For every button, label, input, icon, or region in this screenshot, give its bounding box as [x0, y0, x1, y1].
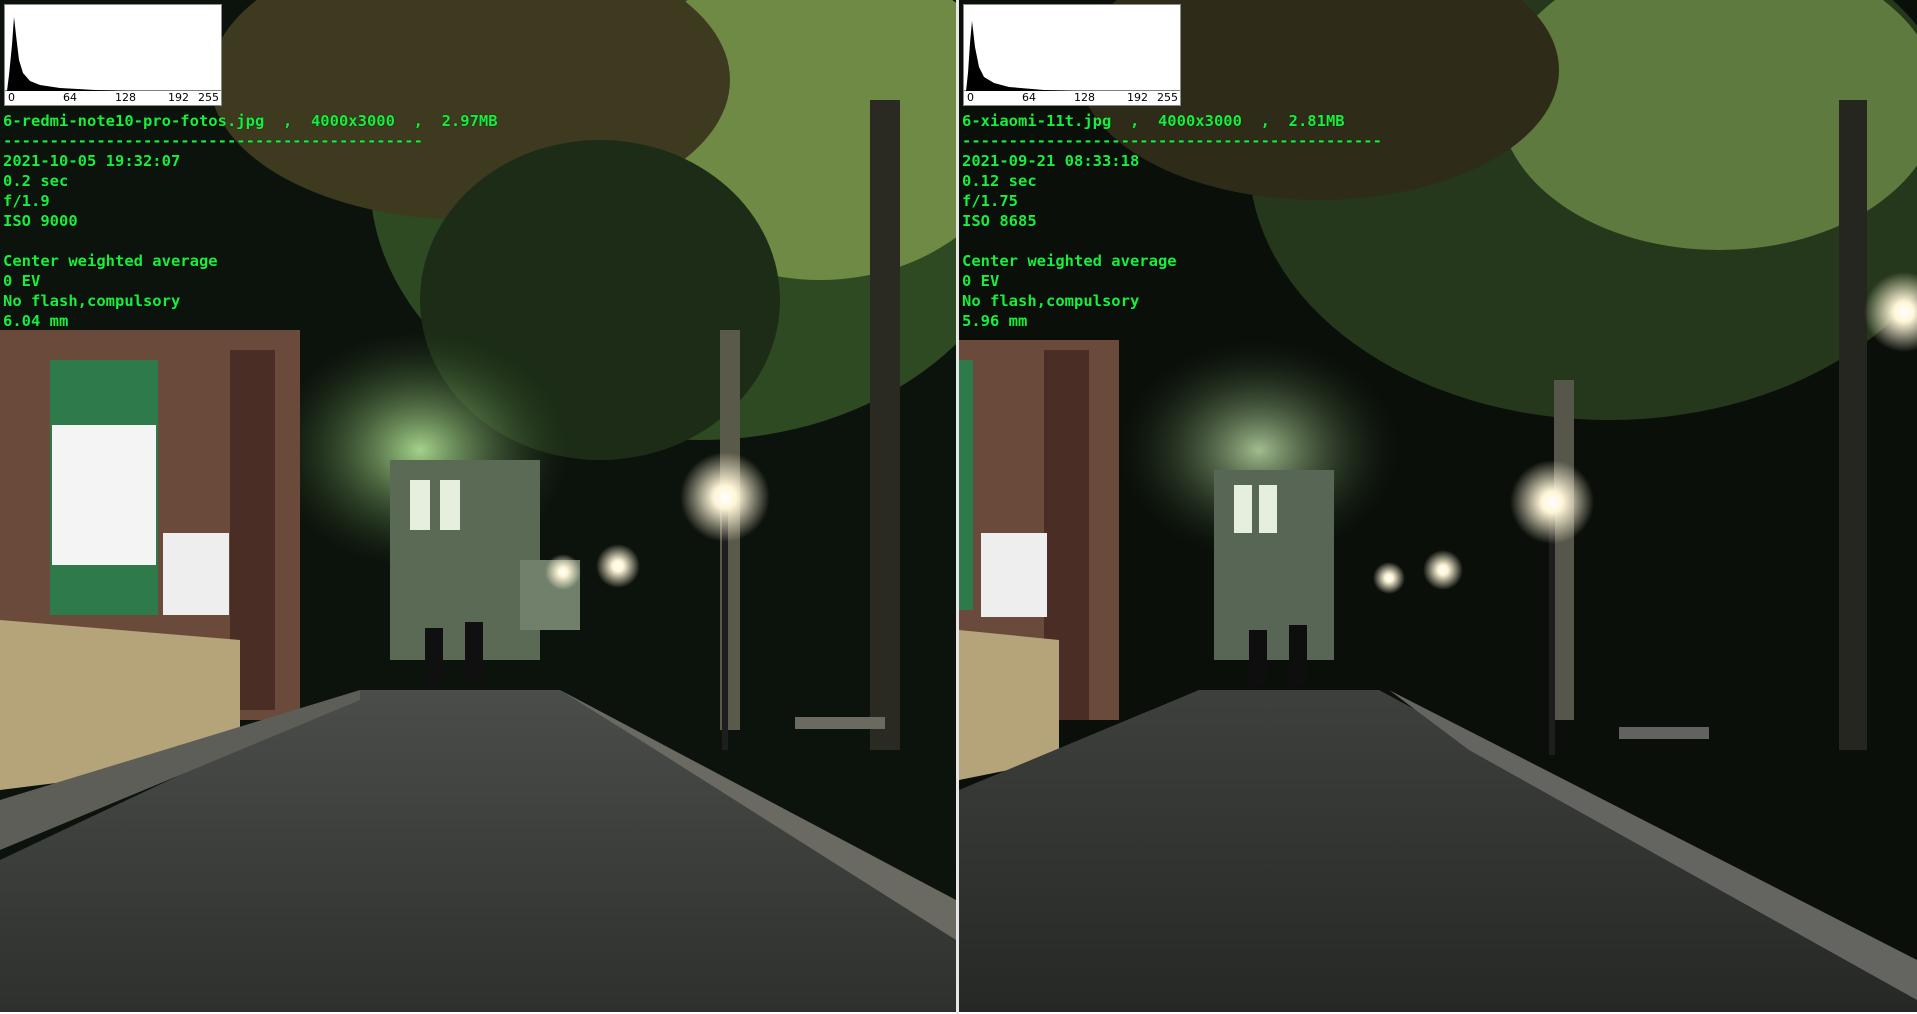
hist-tick: 128	[1074, 91, 1095, 104]
hist-tick: 0	[8, 91, 15, 104]
exposure-time: 0.12 sec	[962, 172, 1037, 190]
separator-line: ----------------------------------------…	[3, 132, 423, 150]
hist-tick: 0	[967, 91, 974, 104]
photo-panel-right: 0 64 128 192 255 6-xiaomi-11t.jpg , 4000…	[959, 0, 1917, 1012]
exposure-time: 0.2 sec	[3, 172, 69, 190]
hist-tick: 192	[1127, 91, 1148, 104]
histogram-graph-left	[5, 17, 221, 91]
metering-mode: Center weighted average	[962, 252, 1177, 270]
histogram-right: 0 64 128 192 255	[963, 4, 1181, 106]
comparison-viewer: 0 64 128 192 255 6-redmi-note10-pro-foto…	[0, 0, 1917, 1014]
hist-tick: 64	[63, 91, 77, 104]
aperture: f/1.9	[3, 192, 50, 210]
exif-overlay-right: 6-xiaomi-11t.jpg , 4000x3000 , 2.81MB --…	[962, 111, 1382, 331]
iso: ISO 8685	[962, 212, 1037, 230]
file-info: 6-redmi-note10-pro-fotos.jpg , 4000x3000…	[3, 112, 498, 130]
iso: ISO 9000	[3, 212, 78, 230]
focal-length: 5.96 mm	[962, 312, 1028, 330]
hist-tick: 128	[115, 91, 136, 104]
histogram-left: 0 64 128 192 255	[4, 4, 222, 106]
file-info: 6-xiaomi-11t.jpg , 4000x3000 , 2.81MB	[962, 112, 1345, 130]
hist-tick: 192	[168, 91, 189, 104]
exposure-bias: 0 EV	[3, 272, 41, 290]
capture-datetime: 2021-10-05 19:32:07	[3, 152, 181, 170]
metering-mode: Center weighted average	[3, 252, 218, 270]
flash-mode: No flash,compulsory	[3, 292, 181, 310]
capture-datetime: 2021-09-21 08:33:18	[962, 152, 1140, 170]
histogram-graph-right	[964, 21, 1180, 91]
flash-mode: No flash,compulsory	[962, 292, 1140, 310]
exif-overlay-left: 6-redmi-note10-pro-fotos.jpg , 4000x3000…	[3, 111, 498, 331]
histogram-axis-right: 0 64 128 192 255	[964, 90, 1180, 104]
exposure-bias: 0 EV	[962, 272, 1000, 290]
separator-line: ----------------------------------------…	[962, 132, 1382, 150]
hist-tick: 255	[198, 91, 219, 104]
aperture: f/1.75	[962, 192, 1018, 210]
hist-tick: 64	[1022, 91, 1036, 104]
histogram-axis-left: 0 64 128 192 255	[5, 90, 221, 104]
hist-tick: 255	[1157, 91, 1178, 104]
focal-length: 6.04 mm	[3, 312, 69, 330]
photo-panel-left: 0 64 128 192 255 6-redmi-note10-pro-foto…	[0, 0, 956, 1012]
